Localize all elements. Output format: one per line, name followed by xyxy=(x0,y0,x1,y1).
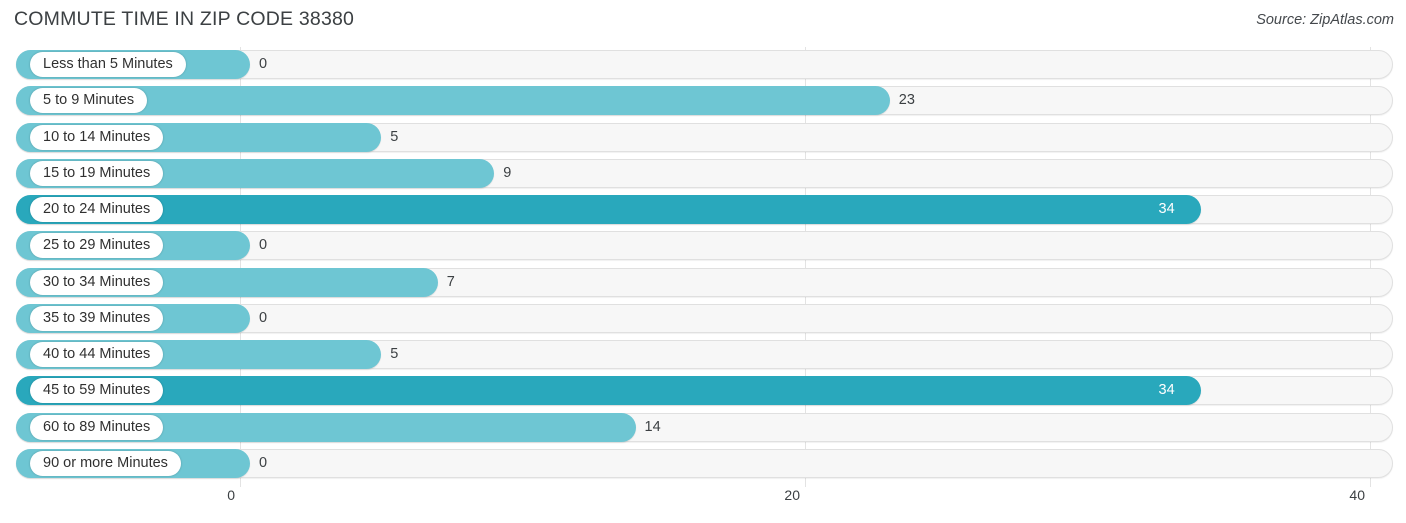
bar-row[interactable]: 20 to 24 Minutes 34 xyxy=(16,195,1393,224)
bar-row[interactable]: 90 or more Minutes 0 xyxy=(16,448,1393,478)
bar-row[interactable]: 30 to 34 Minutes 7 xyxy=(16,267,1393,297)
bar-value-label: 23 xyxy=(898,92,915,109)
bar-category-label: 20 to 24 Minutes xyxy=(30,197,164,222)
bar-value-label: 0 xyxy=(259,454,268,471)
bar-row[interactable]: 45 to 59 Minutes 34 xyxy=(16,376,1393,406)
bar-value-label: 0 xyxy=(259,56,268,72)
bar-category-label: 5 to 9 Minutes xyxy=(30,88,148,114)
bar-category-label: 90 or more Minutes xyxy=(30,450,181,476)
bar-value-label: 5 xyxy=(390,346,399,362)
bar-value-inside: 34 xyxy=(1158,382,1175,399)
bar-category-label: Less than 5 Minutes xyxy=(30,52,186,77)
bar-category-label: 60 to 89 Minutes xyxy=(30,414,164,440)
bar-category-label: 25 to 29 Minutes xyxy=(30,233,164,259)
bar-value-label: 0 xyxy=(259,309,268,326)
x-axis-tick-label: 0 xyxy=(227,487,235,503)
bar-value-label: 7 xyxy=(446,273,455,290)
plot-area: Less than 5 Minutes 0 5 to 9 Minutes 23 10 t… xyxy=(0,47,1406,487)
bar-category-label: 10 to 14 Minutes xyxy=(30,124,164,150)
commute-time-bar-chart: COMMUTE TIME IN ZIP CODE 38380 Source: Z… xyxy=(0,0,1406,523)
bar-category-label: 15 to 19 Minutes xyxy=(30,160,164,186)
bar-row[interactable]: 40 to 44 Minutes 5 xyxy=(16,340,1393,369)
bar-fill xyxy=(16,195,1201,224)
bar-value-label: 5 xyxy=(390,128,399,145)
bar-row[interactable]: 5 to 9 Minutes 23 xyxy=(16,86,1393,116)
page-title: COMMUTE TIME IN ZIP CODE 38380 xyxy=(14,8,355,30)
bar-fill xyxy=(16,376,1201,406)
bar-row[interactable]: Less than 5 Minutes 0 xyxy=(16,50,1393,79)
bar-row[interactable]: 10 to 14 Minutes 5 xyxy=(16,122,1393,152)
bar-category-label: 30 to 34 Minutes xyxy=(30,269,164,295)
bar-row[interactable]: 25 to 29 Minutes 0 xyxy=(16,231,1393,261)
bar-category-label: 45 to 59 Minutes xyxy=(30,378,164,404)
bar-fill xyxy=(16,86,890,116)
bar-row[interactable]: 15 to 19 Minutes 9 xyxy=(16,158,1393,188)
x-axis-tick-label: 40 xyxy=(1349,487,1365,503)
bar-row[interactable]: 60 to 89 Minutes 14 xyxy=(16,412,1393,442)
bar-category-label: 35 to 39 Minutes xyxy=(30,305,164,331)
bar-value-inside: 34 xyxy=(1158,201,1175,217)
source-attribution: Source: ZipAtlas.com xyxy=(1256,12,1394,28)
bar-value-label: 9 xyxy=(503,164,512,181)
x-axis: 0 20 40 xyxy=(0,487,1406,517)
x-axis-tick-label: 20 xyxy=(784,487,800,503)
bar-value-label: 0 xyxy=(259,237,268,254)
bar-row[interactable]: 35 to 39 Minutes 0 xyxy=(16,303,1393,333)
bar-value-label: 14 xyxy=(644,418,661,435)
bar-category-label: 40 to 44 Minutes xyxy=(30,342,164,367)
